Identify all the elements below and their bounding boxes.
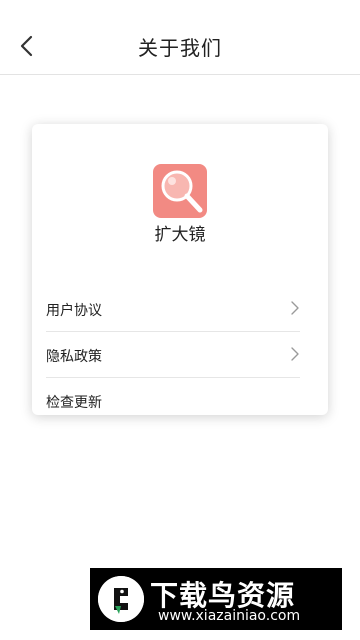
watermark-banner: 下载鸟资源 www.xiazainiao.com (90, 568, 342, 630)
chevron-right-icon (291, 301, 299, 315)
page-title: 关于我们 (138, 36, 222, 60)
check-update-item[interactable]: 检查更新 (46, 378, 300, 423)
header-bar: 关于我们 (0, 0, 360, 75)
user-agreement-item[interactable]: 用户协议 (46, 286, 300, 332)
menu-item-label: 用户协议 (46, 303, 102, 319)
magnifier-icon (153, 164, 207, 218)
menu-item-label: 检查更新 (46, 395, 102, 411)
bird-logo-icon (98, 576, 144, 622)
menu-item-label: 隐私政策 (46, 349, 102, 365)
watermark-url: www.xiazainiao.com (158, 608, 301, 624)
chevron-right-icon (291, 347, 299, 361)
app-name: 扩大镜 (154, 225, 206, 245)
about-card: 扩大镜 用户协议 隐私政策 检查更新 (32, 124, 328, 415)
privacy-policy-item[interactable]: 隐私政策 (46, 332, 300, 378)
menu-list: 用户协议 隐私政策 检查更新 (46, 286, 300, 423)
